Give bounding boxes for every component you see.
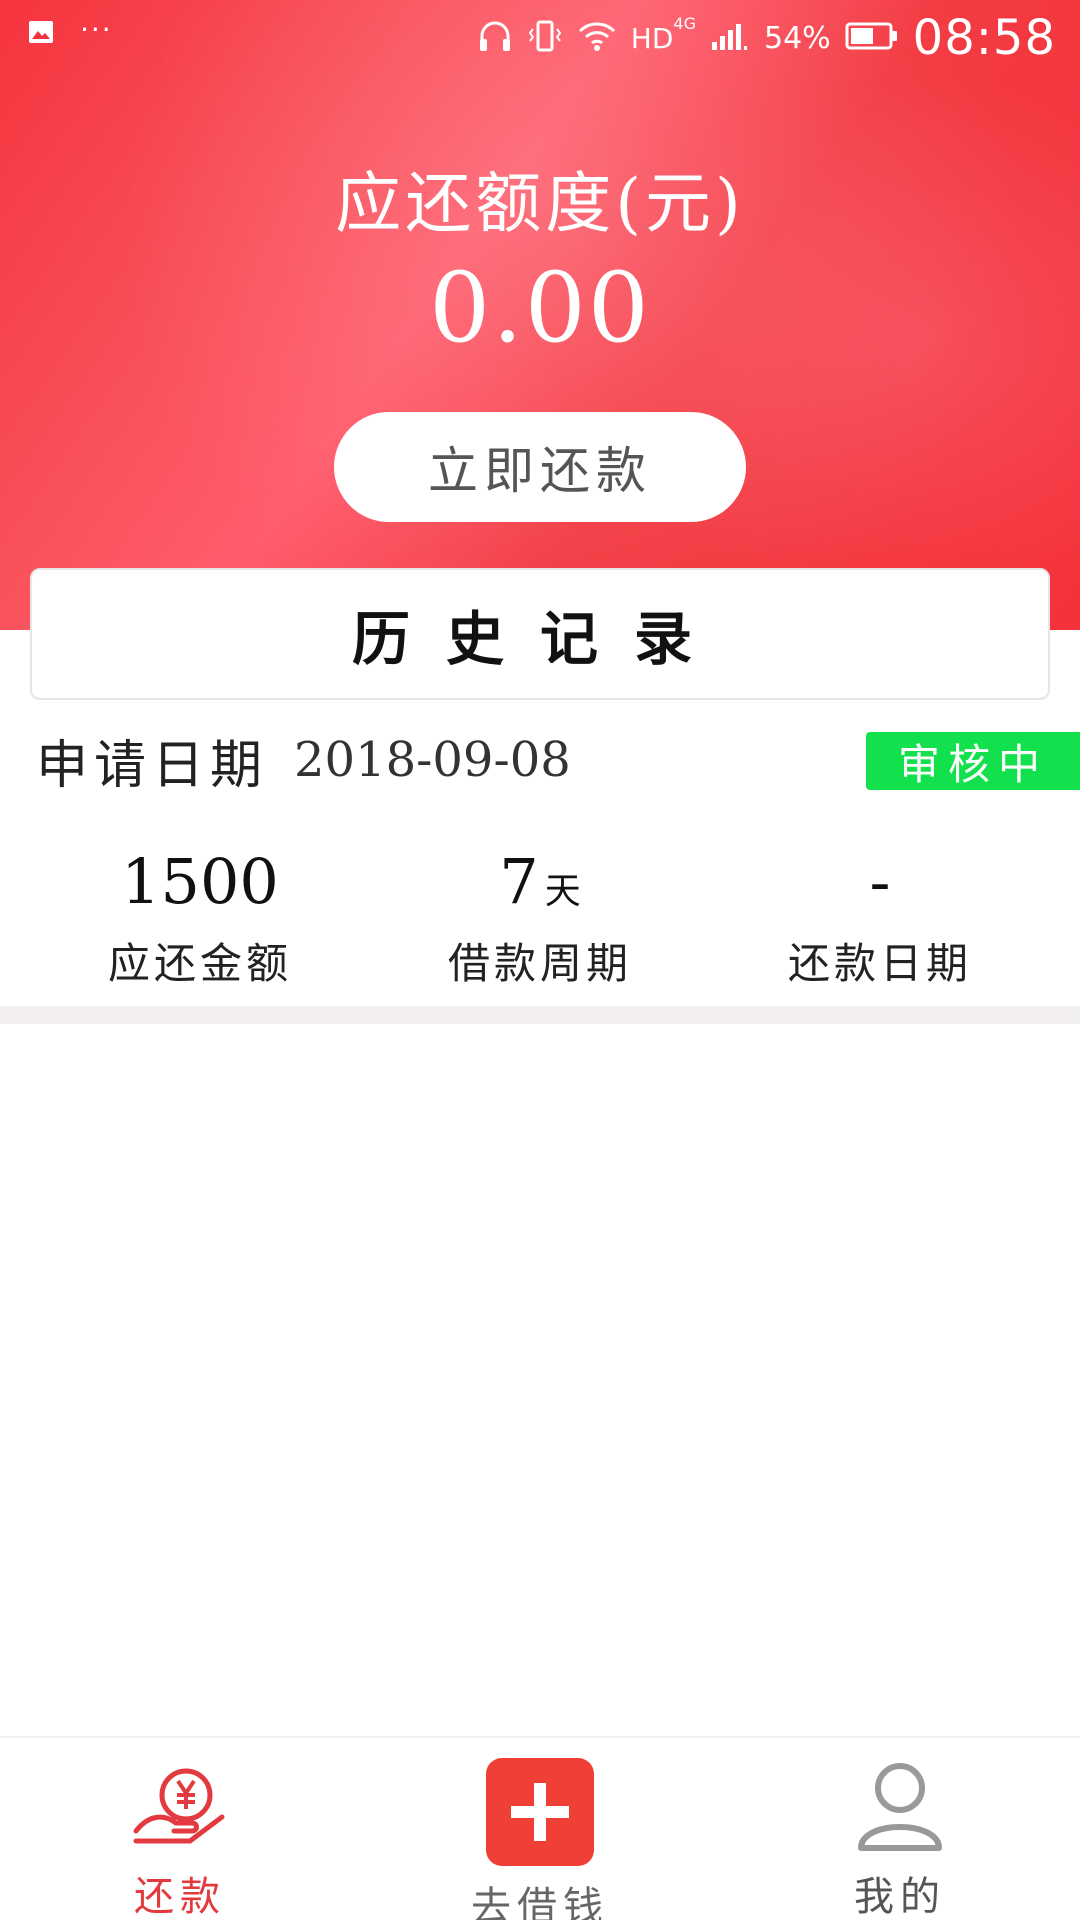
nav-tab-repay[interactable]: 还款: [30, 1738, 330, 1920]
stat-period-unit: 天: [544, 871, 581, 912]
more-notifications-icon: ···: [80, 12, 113, 46]
signal-icon: [710, 20, 750, 56]
stat-repay-date-label: 还款日期: [787, 939, 972, 988]
due-amount-value: 0.00: [429, 252, 651, 364]
stat-repay-date: - 还款日期: [710, 842, 1050, 992]
network-label: HD: [630, 21, 674, 55]
headphones-icon: [477, 19, 513, 57]
apply-date-value: 2018-09-08: [294, 732, 571, 788]
record-stats: 1500 应还金额 7天 借款周期 - 还款日期: [0, 842, 1080, 992]
wifi-icon: [577, 20, 617, 56]
bottom-nav: 还款 去借钱 我的: [0, 1736, 1080, 1920]
stat-repay-date-value: -: [869, 845, 891, 918]
stat-amount-value: 1500: [121, 845, 279, 918]
repay-now-button[interactable]: 立即还款: [334, 412, 746, 522]
section-divider: [0, 1006, 1080, 1024]
battery-percent: 54%: [763, 20, 831, 56]
apply-date-row: 申请日期 2018-09-08: [36, 728, 571, 796]
nav-tab-mine[interactable]: 我的: [750, 1738, 1050, 1920]
stat-period-number: 7: [499, 845, 539, 918]
stat-amount-label: 应还金额: [107, 939, 292, 988]
network-indicator: HD4G: [630, 14, 696, 55]
stat-period: 7天 借款周期: [370, 842, 710, 992]
clock: 08:58: [912, 10, 1056, 66]
apply-date-label: 申请日期: [36, 735, 269, 796]
history-title: 历史记录: [30, 568, 1050, 700]
plus-icon: [485, 1758, 595, 1866]
network-type: 4G: [673, 14, 696, 34]
stat-period-label: 借款周期: [447, 939, 632, 988]
nav-tab-mine-label: 我的: [854, 1874, 946, 1920]
vibrate-icon: [527, 19, 563, 57]
stat-amount: 1500 应还金额: [30, 842, 370, 992]
nav-tab-repay-label: 还款: [134, 1874, 226, 1920]
due-amount-label: 应还额度(元): [335, 165, 745, 242]
status-bar: ··· HD4G 54% 08:58: [0, 0, 1080, 74]
battery-icon: [845, 21, 899, 55]
user-icon: [845, 1758, 955, 1854]
header-banner: ··· HD4G 54% 08:58 应还额度(元) 0.00 立即还款: [0, 0, 1080, 630]
stat-period-value: 7天: [370, 842, 710, 922]
gallery-icon: [28, 20, 54, 48]
nav-tab-borrow-label: 去借钱: [471, 1884, 609, 1920]
nav-tab-borrow[interactable]: 去借钱: [390, 1738, 690, 1920]
yen-hand-icon: [125, 1758, 235, 1854]
plus-box: [486, 1758, 594, 1866]
status-badge: 审核中: [866, 732, 1080, 790]
